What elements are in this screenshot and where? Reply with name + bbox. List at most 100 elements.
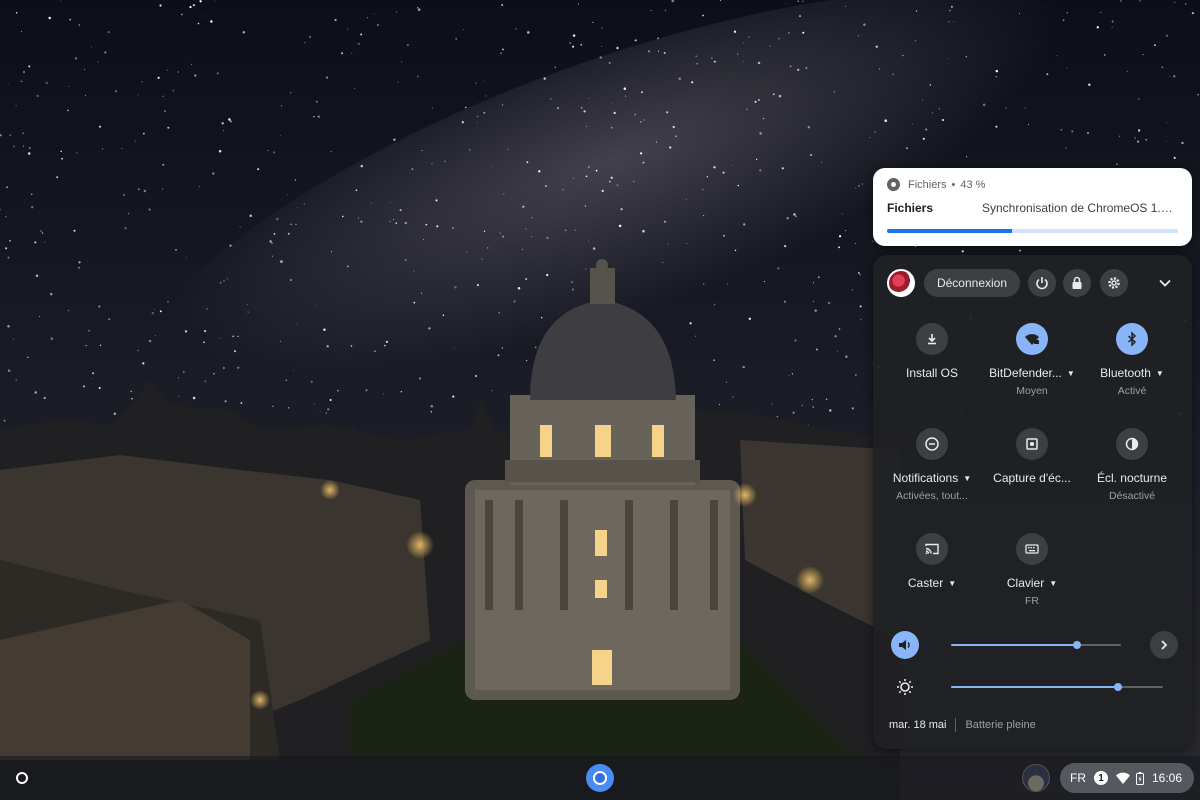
launcher-button[interactable]	[10, 766, 34, 790]
tile-bluetooth-toggle[interactable]	[1116, 323, 1148, 355]
volume-icon	[899, 640, 910, 650]
tile-wifi[interactable]: BitDefender... ▼ Moyen	[982, 323, 1082, 397]
tile-bluetooth-status: Activé	[1117, 385, 1147, 397]
brightness-slider-thumb[interactable]	[1114, 683, 1123, 691]
lock-button[interactable]	[1063, 269, 1091, 297]
tile-bluetooth[interactable]: Bluetooth ▼ Activé	[1082, 323, 1182, 397]
tile-screen-capture-toggle[interactable]	[1016, 428, 1048, 460]
power-icon	[1036, 277, 1048, 290]
power-button[interactable]	[1028, 269, 1056, 297]
tile-cast[interactable]: Caster ▼	[882, 533, 982, 590]
tile-cast-label: Caster	[907, 576, 944, 590]
date-label[interactable]: mar. 18 mai	[889, 719, 946, 731]
lock-icon	[1072, 276, 1082, 289]
caret-down-icon: ▼	[948, 578, 957, 588]
wifi-icon	[1025, 334, 1039, 345]
battery-status: Batterie pleine	[965, 719, 1036, 731]
notification-count-badge: 1	[1094, 771, 1108, 785]
notification-title: Fichiers	[887, 201, 934, 215]
caret-down-icon: ▼	[1049, 578, 1058, 588]
battery-icon	[1136, 771, 1144, 785]
tile-notifications[interactable]: Notifications ▼ Activées, tout...	[882, 428, 982, 502]
brightness-row	[889, 673, 1179, 703]
tile-screen-capture[interactable]: Capture d'éc...	[982, 428, 1082, 485]
download-icon	[928, 334, 936, 345]
tile-bluetooth-label: Bluetooth	[1100, 366, 1151, 380]
tile-label: Capture d'éc...	[982, 471, 1082, 485]
tile-install-os-toggle[interactable]	[916, 323, 948, 355]
tile-notifications-label: Notifications	[892, 471, 959, 485]
bluetooth-icon	[1127, 331, 1137, 347]
tile-wifi-status: Moyen	[1016, 385, 1048, 397]
notification-progress-text: 43 %	[960, 178, 986, 191]
tile-keyboard-layout: FR	[1025, 595, 1039, 607]
audio-settings-button[interactable]	[1150, 631, 1178, 659]
do-not-disturb-icon	[925, 437, 939, 451]
shelf: FR 1 16:06	[0, 756, 1200, 800]
brightness-slider-fill	[951, 686, 1119, 688]
tile-night-light-toggle[interactable]	[1116, 428, 1148, 460]
ime-indicator: FR	[1070, 771, 1086, 785]
tile-cast-toggle[interactable]	[916, 533, 948, 565]
chrome-icon	[593, 771, 607, 785]
clock: 16:06	[1152, 771, 1183, 785]
volume-slider-fill	[951, 644, 1077, 646]
tile-night-light[interactable]: Écl. nocturne Désactivé	[1082, 428, 1182, 502]
mute-button[interactable]	[891, 631, 919, 659]
tile-screen-capture-label: Capture d'éc...	[993, 471, 1071, 485]
tile-keyboard-label: Clavier	[1006, 576, 1045, 590]
keyboard-icon	[1025, 544, 1039, 554]
collapse-button[interactable]	[1155, 273, 1175, 293]
notification-message: Synchronisation de ChromeOS 1.png...	[982, 201, 1178, 215]
wifi-icon	[1116, 772, 1130, 784]
tile-label: Install OS	[882, 366, 982, 380]
tile-night-light-label: Écl. nocturne	[1096, 471, 1168, 485]
caret-down-icon: ▼	[963, 473, 972, 483]
holding-space-button[interactable]	[1022, 764, 1050, 792]
volume-row	[889, 631, 1179, 661]
status-tray[interactable]: FR 1 16:06	[1060, 763, 1194, 793]
brightness-icon	[897, 679, 913, 695]
notification-separator: •	[951, 178, 956, 191]
chrome-icon	[887, 178, 900, 191]
sign-out-button[interactable]: Déconnexion	[924, 269, 1020, 297]
chevron-right-icon	[1161, 640, 1168, 650]
notification-progress-fill	[887, 229, 1013, 233]
tile-label: Clavier ▼	[982, 576, 1082, 590]
screen-capture-icon	[1026, 438, 1038, 450]
gear-icon	[1108, 277, 1120, 289]
notification-progress-bar	[887, 229, 1178, 233]
status-footer: mar. 18 mai Batterie pleine	[889, 718, 1036, 732]
caret-down-icon: ▼	[1066, 368, 1075, 378]
chevron-down-icon	[1159, 279, 1171, 287]
file-sync-notification[interactable]: Fichiers • 43 % Fichiers Synchronisation…	[873, 168, 1192, 246]
tile-label: Écl. nocturne	[1082, 471, 1182, 485]
tile-notifications-toggle[interactable]	[916, 428, 948, 460]
tile-label: BitDefender... ▼	[982, 366, 1082, 380]
user-avatar[interactable]	[887, 269, 915, 297]
night-light-icon	[1125, 437, 1139, 451]
settings-button[interactable]	[1100, 269, 1128, 297]
tile-wifi-toggle[interactable]	[1016, 323, 1048, 355]
footer-divider	[955, 718, 957, 732]
chrome-app-button[interactable]	[586, 764, 614, 792]
tile-install-os[interactable]: Install OS	[882, 323, 982, 380]
tile-label: Bluetooth ▼	[1082, 366, 1182, 380]
tile-install-os-label: Install OS	[905, 366, 959, 380]
tile-label: Caster ▼	[882, 576, 982, 590]
notification-header: Fichiers • 43 %	[887, 178, 985, 191]
brightness-button	[891, 673, 919, 701]
volume-slider-thumb[interactable]	[1072, 641, 1081, 649]
caret-down-icon: ▼	[1155, 368, 1164, 378]
brightness-slider[interactable]	[951, 683, 1163, 691]
volume-slider[interactable]	[951, 641, 1121, 649]
notification-app-name: Fichiers	[908, 178, 947, 191]
launcher-icon	[16, 772, 28, 784]
tile-wifi-label: BitDefender...	[989, 366, 1062, 380]
tile-keyboard-toggle[interactable]	[1016, 533, 1048, 565]
quick-settings-panel: Déconnexion Install OS BitDefender... ▼ M…	[873, 255, 1192, 749]
tile-notifications-status: Activées, tout...	[896, 490, 968, 502]
tile-keyboard[interactable]: Clavier ▼ FR	[982, 533, 1082, 607]
tile-label: Notifications ▼	[882, 471, 982, 485]
tile-night-light-status: Désactivé	[1108, 490, 1156, 502]
